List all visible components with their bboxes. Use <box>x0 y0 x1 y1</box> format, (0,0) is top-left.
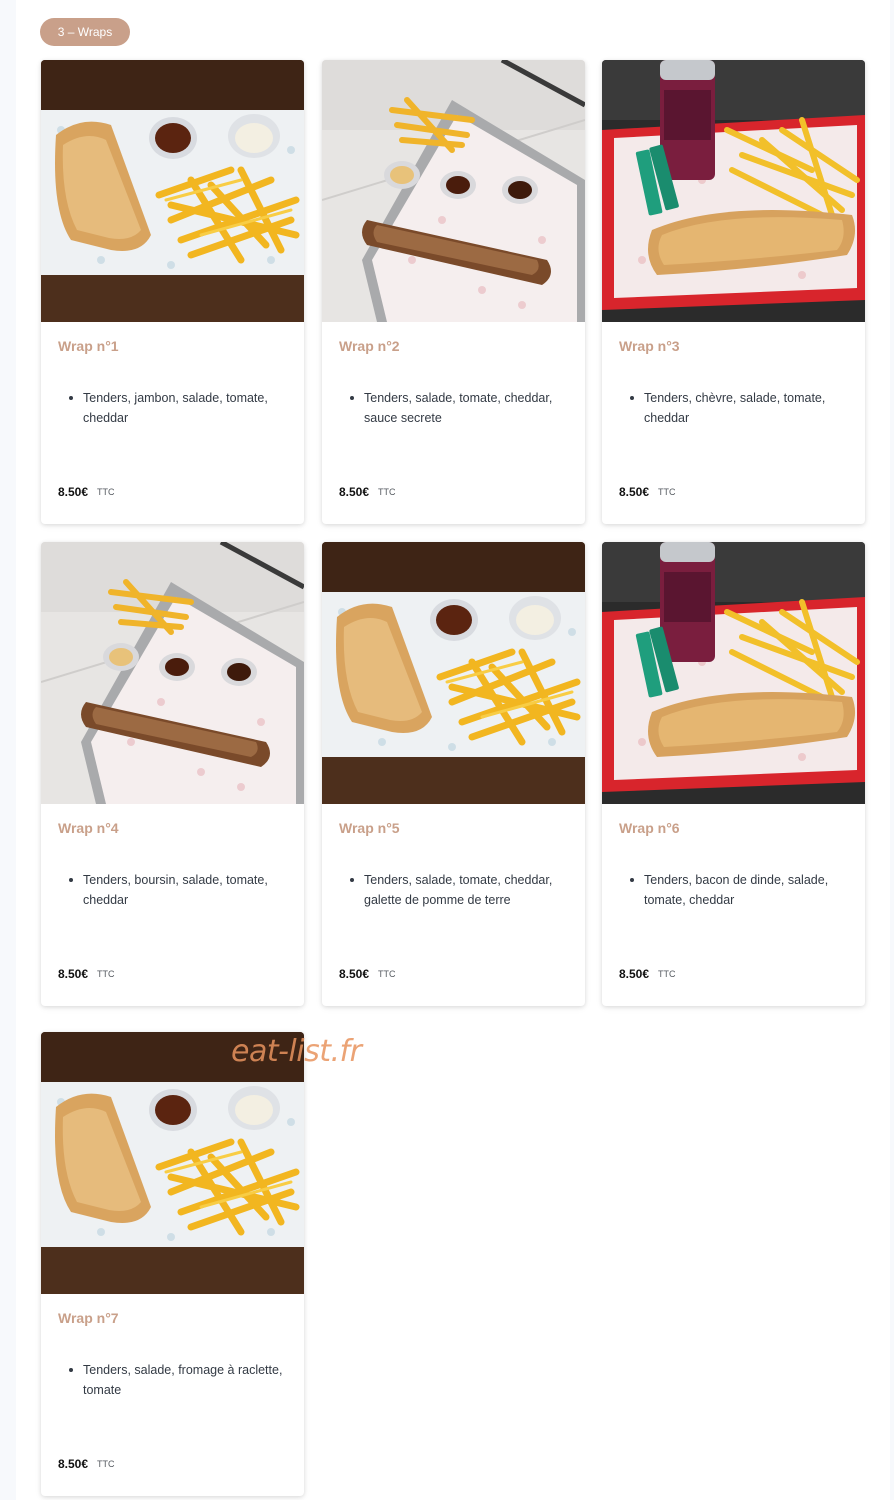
category-badge[interactable]: 3 – Wraps <box>40 18 130 46</box>
tax-label: TTC <box>97 487 115 497</box>
product-price: 8.50€ <box>619 967 650 981</box>
product-description: Tenders, bacon de dinde, salade, tomate,… <box>630 870 849 910</box>
description-item: Tenders, salade, tomate, cheddar, sauce … <box>350 388 569 428</box>
description-item: Tenders, salade, tomate, cheddar, galett… <box>350 870 569 910</box>
product-card[interactable]: Wrap n°1 Tenders, jambon, salade, tomate… <box>41 60 304 524</box>
product-card[interactable]: Wrap n°7 Tenders, salade, fromage à racl… <box>41 1032 304 1496</box>
product-title: Wrap n°4 <box>58 820 119 836</box>
product-price: 8.50€ <box>58 485 89 499</box>
tax-label: TTC <box>378 487 396 497</box>
description-item: Tenders, salade, fromage à raclette, tom… <box>69 1360 288 1400</box>
product-photo <box>322 542 585 804</box>
product-description: Tenders, boursin, salade, tomate, chedda… <box>69 870 288 910</box>
product-price: 8.50€ <box>339 485 370 499</box>
product-photo <box>322 60 585 322</box>
menu-page: 3 – Wraps Wrap n°1 Tenders, jambon, sala… <box>16 0 890 1500</box>
product-price: 8.50€ <box>58 1457 89 1471</box>
product-description: Tenders, salade, tomate, cheddar, sauce … <box>350 388 569 428</box>
product-description: Tenders, chèvre, salade, tomate, cheddar <box>630 388 849 428</box>
product-title: Wrap n°1 <box>58 338 119 354</box>
product-title: Wrap n°2 <box>339 338 400 354</box>
product-price: 8.50€ <box>58 967 89 981</box>
product-photo <box>602 60 865 322</box>
product-description: Tenders, jambon, salade, tomate, cheddar <box>69 388 288 428</box>
product-title: Wrap n°6 <box>619 820 680 836</box>
product-title: Wrap n°5 <box>339 820 400 836</box>
tax-label: TTC <box>658 487 676 497</box>
description-item: Tenders, jambon, salade, tomate, cheddar <box>69 388 288 428</box>
product-price: 8.50€ <box>619 485 650 499</box>
product-title: Wrap n°3 <box>619 338 680 354</box>
description-item: Tenders, chèvre, salade, tomate, cheddar <box>630 388 849 428</box>
product-title: Wrap n°7 <box>58 1310 119 1326</box>
product-photo <box>602 542 865 804</box>
product-card[interactable]: Wrap n°3 Tenders, chèvre, salade, tomate… <box>602 60 865 524</box>
product-photo <box>41 542 304 804</box>
tax-label: TTC <box>658 969 676 979</box>
product-card[interactable]: Wrap n°2 Tenders, salade, tomate, chedda… <box>322 60 585 524</box>
product-photo <box>41 1032 304 1294</box>
description-item: Tenders, boursin, salade, tomate, chedda… <box>69 870 288 910</box>
tax-label: TTC <box>97 969 115 979</box>
product-description: Tenders, salade, fromage à raclette, tom… <box>69 1360 288 1400</box>
product-card[interactable]: Wrap n°4 Tenders, boursin, salade, tomat… <box>41 542 304 1006</box>
product-price: 8.50€ <box>339 967 370 981</box>
product-card[interactable]: Wrap n°5 Tenders, salade, tomate, chedda… <box>322 542 585 1006</box>
product-photo <box>41 60 304 322</box>
description-item: Tenders, bacon de dinde, salade, tomate,… <box>630 870 849 910</box>
product-card[interactable]: Wrap n°6 Tenders, bacon de dinde, salade… <box>602 542 865 1006</box>
product-description: Tenders, salade, tomate, cheddar, galett… <box>350 870 569 910</box>
tax-label: TTC <box>97 1459 115 1469</box>
tax-label: TTC <box>378 969 396 979</box>
watermark: eat-list.fr <box>231 1034 362 1069</box>
